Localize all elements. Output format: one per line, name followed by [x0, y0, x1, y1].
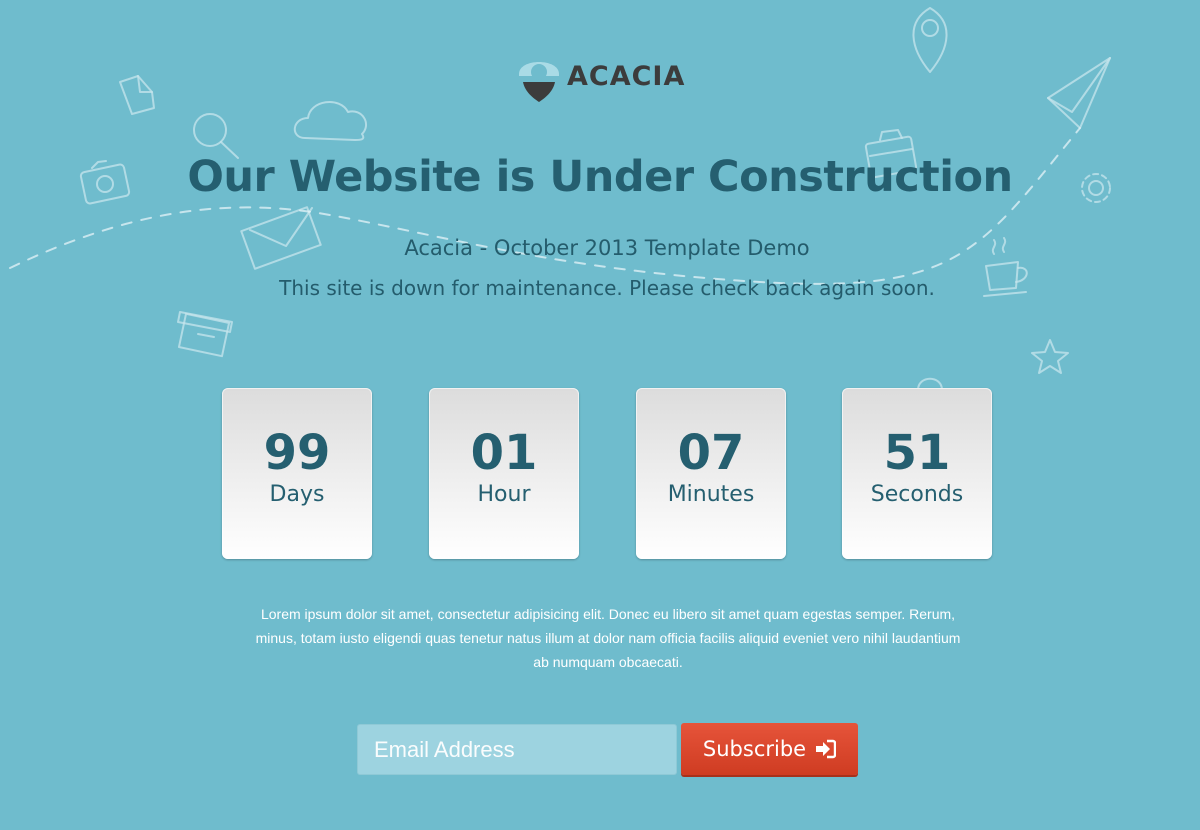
countdown-hours-label: Hour	[477, 482, 531, 507]
countdown-seconds: 51 Seconds	[842, 388, 992, 559]
sign-in-icon	[816, 739, 837, 759]
countdown-minutes-label: Minutes	[667, 482, 755, 507]
description-text: Lorem ipsum dolor sit amet, consectetur …	[255, 606, 961, 670]
subscribe-button[interactable]: Subscribe	[681, 723, 858, 775]
subscribe-button-label: Subscribe	[702, 737, 807, 761]
map-pin-icon	[912, 7, 948, 73]
brand-logo[interactable]: ACACIA	[517, 50, 685, 102]
email-input[interactable]	[357, 724, 677, 775]
page-title: Our Website is Under Construction	[187, 152, 1013, 202]
countdown-minutes: 07 Minutes	[636, 388, 786, 559]
cloud-icon	[293, 100, 367, 141]
countdown-days-label: Days	[269, 482, 325, 507]
countdown-seconds-label: Seconds	[870, 482, 964, 507]
countdown-minutes-value: 07	[677, 425, 745, 481]
brand-name: ACACIA	[567, 60, 686, 92]
paper-plane-icon	[1047, 57, 1111, 129]
countdown-seconds-value: 51	[883, 425, 951, 481]
box-icon	[177, 311, 233, 358]
page-subtitle: Acacia - October 2013 Template Demo	[404, 236, 810, 260]
maintenance-notice: This site is down for maintenance. Pleas…	[279, 276, 935, 300]
document-icon	[119, 75, 155, 115]
countdown-days-value: 99	[263, 425, 331, 481]
acacia-logo-icon	[519, 62, 559, 102]
countdown-days: 99 Days	[222, 388, 372, 559]
countdown-hours-value: 01	[470, 425, 538, 481]
background-doodles	[9, 7, 1111, 391]
star-icon	[1031, 339, 1069, 374]
countdown-hours: 01 Hour	[429, 388, 579, 559]
